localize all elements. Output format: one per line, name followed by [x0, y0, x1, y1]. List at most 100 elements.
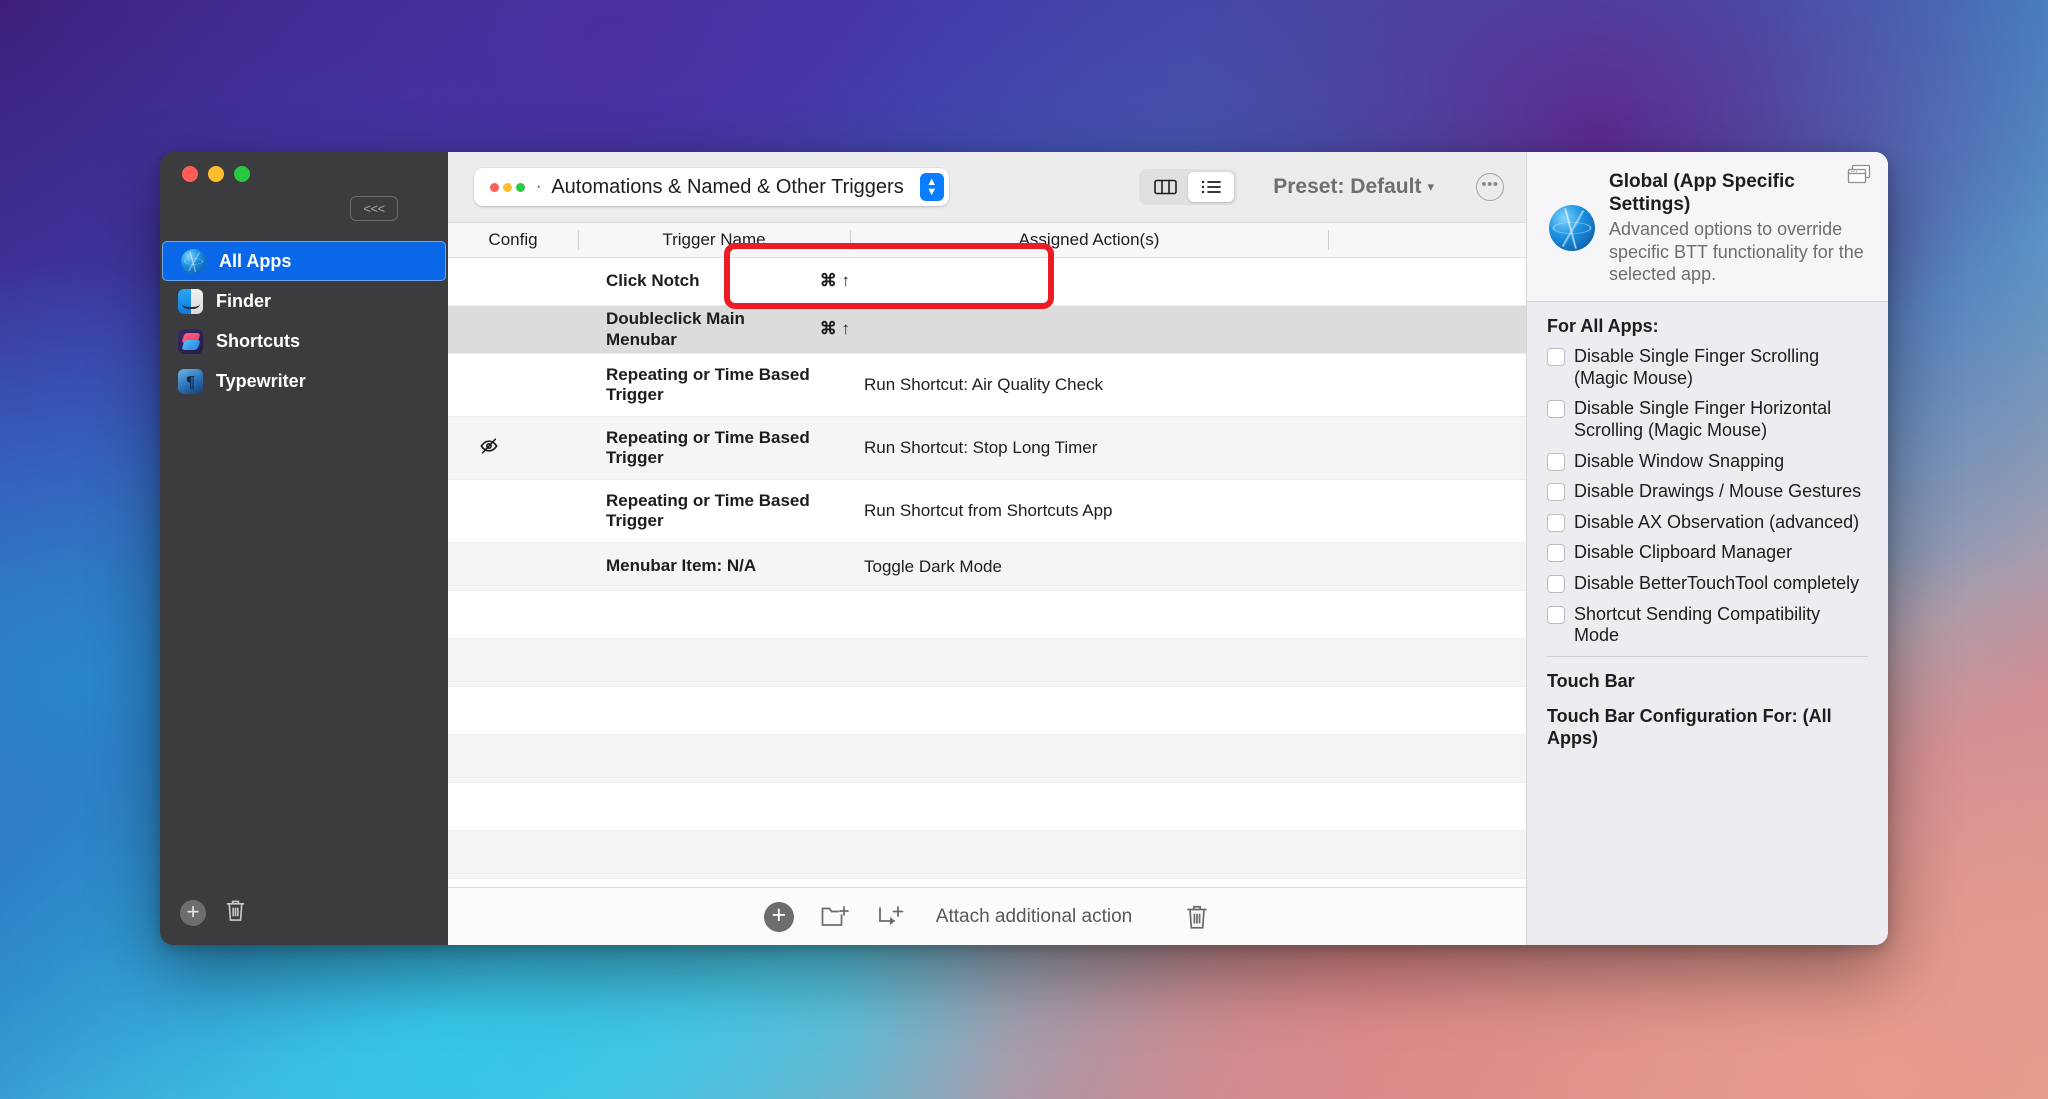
table-row[interactable] — [448, 687, 1526, 735]
table-row[interactable] — [448, 591, 1526, 639]
trigger-name: Repeating or Time Based Trigger — [606, 364, 810, 404]
inspector-header-text: Global (App Specific Settings) Advanced … — [1609, 170, 1866, 285]
checkbox-label: Disable Single Finger Scrolling (Magic M… — [1574, 346, 1820, 388]
inspector-title: Global (App Specific Settings) — [1609, 171, 1795, 216]
checkbox-label: Disable Window Snapping — [1574, 450, 1785, 471]
table-row[interactable]: Click Notch ⌘ ↑ — [448, 258, 1526, 306]
app-list: All Apps Finder Shortcuts ¶ Typewriter — [160, 241, 448, 401]
table-body: Click Notch ⌘ ↑ Doubleclick Main Menubar — [448, 258, 1526, 887]
trigger-shortcut: ⌘ ↑ — [819, 271, 850, 291]
table-row[interactable] — [448, 639, 1526, 687]
checkbox-row[interactable]: Disable Drawings / Mouse Gestures — [1547, 481, 1868, 503]
table-bottom-toolbar: + Attach additional action — [448, 887, 1526, 945]
table-row[interactable]: Doubleclick Main Menubar ⌘ ↑ — [448, 306, 1526, 354]
globe-icon — [1549, 204, 1595, 251]
mini-traffic-lights-icon — [490, 182, 525, 192]
table-row[interactable]: Repeating or Time Based Trigger Run Shor… — [448, 417, 1526, 480]
triggers-table: Config Trigger Name Assigned Action(s) C… — [448, 223, 1526, 887]
checkbox-disable-window-snapping[interactable] — [1547, 452, 1565, 471]
row-trigger-cell: Click Notch ⌘ ↑ — [578, 271, 850, 291]
list-view-icon — [1201, 180, 1221, 194]
checkbox-row[interactable]: Disable Clipboard Manager — [1547, 542, 1868, 564]
category-dropdown[interactable]: · Automations & Named & Other Triggers ▲… — [474, 168, 949, 206]
list-view-button[interactable] — [1188, 172, 1235, 202]
window-traffic-lights — [160, 152, 448, 196]
row-config-cell — [448, 437, 578, 460]
trash-icon — [1187, 905, 1207, 929]
checkbox-shortcut-sending-compatibility-mode[interactable] — [1547, 605, 1565, 624]
sidebar-item-label: All Apps — [219, 250, 292, 271]
collapse-row: <<< — [160, 196, 448, 232]
checkbox-row[interactable]: Disable Window Snapping — [1547, 451, 1868, 473]
checkbox-label: Disable AX Observation (advanced) — [1574, 511, 1860, 532]
checkbox-label: Disable BetterTouchTool completely — [1574, 573, 1860, 594]
new-folder-icon — [821, 905, 849, 926]
desktop-wallpaper: <<< All Apps Finder Shortcuts ¶ Typewrit… — [0, 0, 2048, 1099]
table-row[interactable] — [448, 831, 1526, 879]
attach-action-label[interactable]: Attach additional action — [936, 906, 1132, 928]
column-header-extra[interactable] — [1328, 223, 1526, 257]
checkbox-disable-single-finger-scrolling[interactable] — [1547, 348, 1565, 367]
checkbox-disable-clipboard-manager[interactable] — [1547, 544, 1565, 563]
app-sidebar: <<< All Apps Finder Shortcuts ¶ Typewrit… — [160, 152, 448, 945]
for-all-apps-header: For All Apps: — [1547, 316, 1659, 337]
column-view-icon — [1153, 179, 1177, 195]
checkbox-disable-drawings-mouse-gestures[interactable] — [1547, 483, 1565, 502]
globe-icon — [181, 248, 206, 274]
close-button[interactable] — [182, 166, 198, 182]
sidebar-item-shortcuts[interactable]: Shortcuts — [160, 321, 448, 361]
table-row[interactable]: Repeating or Time Based Trigger Run Shor… — [448, 480, 1526, 543]
row-action-cell: Run Shortcut: Stop Long Timer — [864, 438, 1098, 457]
table-row[interactable] — [448, 783, 1526, 831]
new-folder-button[interactable] — [820, 904, 850, 930]
checkbox-row[interactable]: Shortcut Sending Compatibility Mode — [1547, 604, 1868, 647]
sidebar-item-label: Finder — [216, 290, 272, 311]
column-header-trigger-name[interactable]: Trigger Name — [578, 223, 850, 257]
windows-stack-icon[interactable] — [1846, 164, 1872, 191]
preset-label[interactable]: Preset: Default — [1273, 175, 1421, 199]
category-bullet: · — [536, 178, 542, 195]
collapse-sidebar-button[interactable]: <<< — [350, 196, 398, 221]
table-row[interactable]: Menubar Item: N/A Toggle Dark Mode — [448, 543, 1526, 591]
add-trigger-button[interactable]: + — [763, 901, 794, 932]
checkbox-disable-bettertouchtool-completely[interactable] — [1547, 575, 1565, 594]
hidden-eye-icon[interactable] — [478, 437, 500, 460]
touch-bar-config-label: Touch Bar Configuration For: (All Apps) — [1547, 705, 1832, 748]
add-app-button[interactable]: + — [180, 900, 206, 926]
checkbox-row[interactable]: Disable BetterTouchTool completely — [1547, 573, 1868, 595]
sidebar-item-finder[interactable]: Finder — [160, 281, 448, 321]
checkbox-disable-ax-observation[interactable] — [1547, 513, 1565, 532]
inspector-options: For All Apps: Disable Single Finger Scro… — [1527, 302, 1888, 657]
checkbox-row[interactable]: Disable Single Finger Horizontal Scrolli… — [1547, 398, 1868, 441]
more-options-button[interactable]: ••• — [1476, 173, 1504, 201]
trigger-name: Menubar Item: N/A — [606, 556, 757, 576]
chevron-updown-icon: ▲ ▼ — [919, 173, 944, 201]
touch-bar-section: Touch Bar Touch Bar Configuration For: (… — [1527, 657, 1888, 750]
table-row[interactable]: Repeating or Time Based Trigger Run Shor… — [448, 354, 1526, 417]
attach-action-button[interactable] — [876, 904, 906, 930]
delete-app-button[interactable] — [224, 898, 247, 928]
minimize-button[interactable] — [208, 166, 224, 182]
attach-action-icon — [878, 905, 904, 925]
table-row[interactable] — [448, 735, 1526, 783]
typewriter-icon: ¶ — [178, 368, 203, 394]
checkbox-disable-single-finger-horizontal-scrolling[interactable] — [1547, 400, 1565, 419]
row-action-cell: Run Shortcut from Shortcuts App — [864, 501, 1113, 520]
row-action-cell: Run Shortcut: Air Quality Check — [864, 375, 1104, 394]
column-view-button[interactable] — [1142, 172, 1188, 202]
checkbox-label: Disable Single Finger Horizontal Scrolli… — [1574, 398, 1832, 441]
zoom-button[interactable] — [234, 166, 250, 182]
chevron-down-icon: ▾ — [1427, 179, 1434, 194]
sidebar-item-label: Typewriter — [216, 370, 306, 391]
delete-trigger-button[interactable] — [1184, 903, 1210, 931]
checkbox-row[interactable]: Disable AX Observation (advanced) — [1547, 512, 1868, 534]
inspector-header: Global (App Specific Settings) Advanced … — [1527, 152, 1888, 303]
sidebar-item-all-apps[interactable]: All Apps — [162, 241, 446, 281]
shortcuts-icon — [178, 328, 203, 354]
sidebar-item-typewriter[interactable]: ¶ Typewriter — [160, 361, 448, 401]
column-header-config[interactable]: Config — [448, 223, 578, 257]
row-trigger-cell: Repeating or Time Based Trigger — [578, 365, 850, 405]
checkbox-row[interactable]: Disable Single Finger Scrolling (Magic M… — [1547, 346, 1868, 389]
column-header-assigned-actions[interactable]: Assigned Action(s) — [850, 223, 1328, 257]
touch-bar-title: Touch Bar — [1547, 670, 1635, 691]
